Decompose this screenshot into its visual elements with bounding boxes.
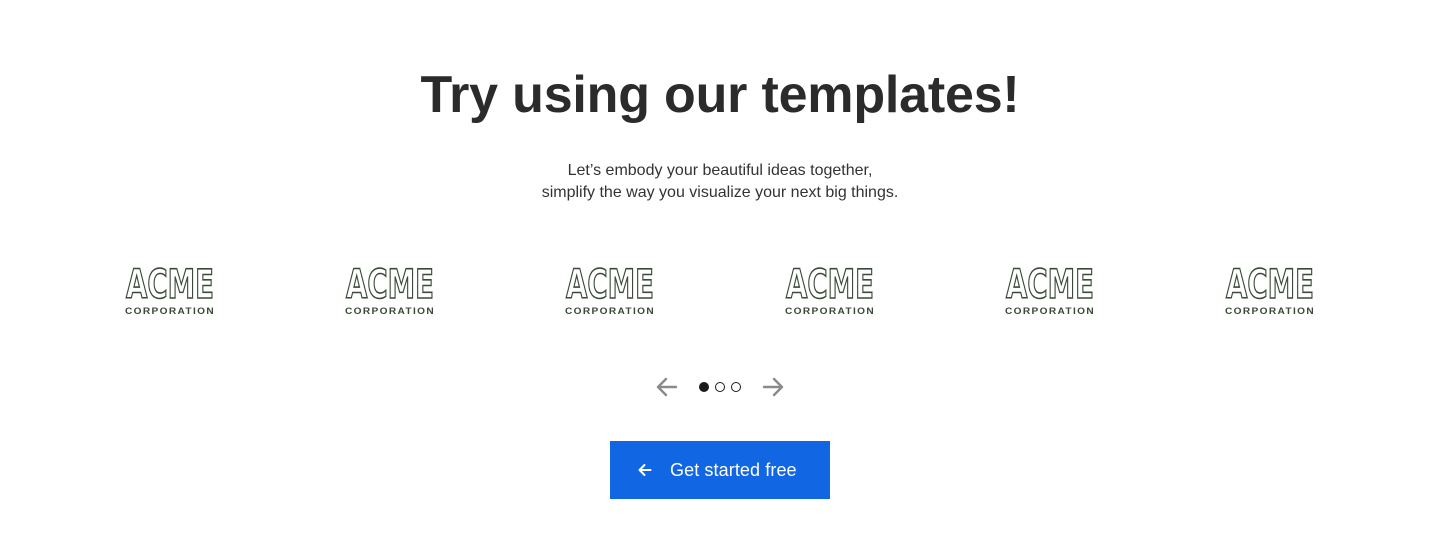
page-title: Try using our templates! [420, 66, 1020, 124]
logo-wordmark: ACME [346, 262, 434, 308]
subtitle-line-1: Let’s embody your beautiful ideas togeth… [567, 162, 873, 179]
logo-tagline: CORPORATION [785, 306, 875, 316]
carousel-dot-3[interactable] [731, 382, 741, 392]
logo-wordmark: ACME [1006, 262, 1094, 308]
logo-tagline: CORPORATION [565, 306, 655, 316]
logo-wordmark: ACME [786, 262, 874, 308]
get-started-button[interactable]: Get started free [610, 441, 830, 499]
logo-tagline: CORPORATION [1005, 306, 1095, 316]
carousel-next-button[interactable] [761, 376, 785, 398]
logo-carousel: ACME CORPORATION ACME CORPORATION ACME C… [0, 256, 1440, 320]
subtitle-line-2: simplify the way you visualize your next… [541, 184, 899, 201]
carousel-prev-button[interactable] [655, 376, 679, 398]
carousel-controls [0, 376, 1440, 398]
arrow-left-icon [638, 463, 652, 477]
logo-tagline: CORPORATION [345, 306, 435, 316]
acme-logo: ACME CORPORATION [782, 256, 878, 320]
acme-logo: ACME CORPORATION [342, 256, 438, 320]
carousel-dot-1[interactable] [699, 382, 709, 392]
carousel-dot-2[interactable] [715, 382, 725, 392]
acme-logo: ACME CORPORATION [562, 256, 658, 320]
logo-wordmark: ACME [566, 262, 654, 308]
acme-logo: ACME CORPORATION [122, 256, 218, 320]
logo-wordmark: ACME [126, 262, 214, 308]
logo-tagline: CORPORATION [125, 306, 215, 316]
logo-wordmark: ACME [1226, 262, 1314, 308]
subtitle: Let’s embody your beautiful ideas togeth… [0, 160, 1440, 204]
logo-tagline: CORPORATION [1225, 306, 1315, 316]
templates-section: Try using our templates! Let’s embody yo… [0, 0, 1440, 539]
acme-logo: ACME CORPORATION [1222, 256, 1318, 320]
get-started-label: Get started free [670, 459, 797, 480]
acme-logo: ACME CORPORATION [1002, 256, 1098, 320]
arrow-right-icon [762, 377, 784, 397]
arrow-left-icon [656, 377, 678, 397]
